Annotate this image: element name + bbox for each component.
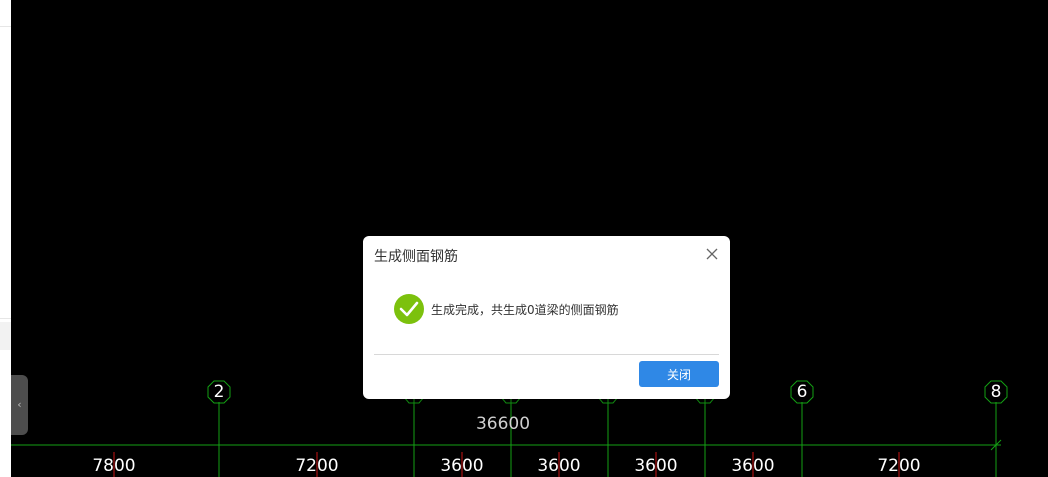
- close-icon[interactable]: [702, 244, 722, 264]
- segment-dimension: 3600: [537, 456, 581, 476]
- axis-label-8: 8: [990, 382, 1002, 402]
- dialog-title: 生成侧面钢筋: [374, 249, 458, 265]
- panel-divider: [0, 26, 11, 27]
- segment-dimension: 3600: [731, 456, 775, 476]
- segment-dimension: 7200: [295, 456, 339, 476]
- dialog-body: 生成完成，共生成0道梁的侧面钢筋: [394, 294, 619, 324]
- dialog-divider: [374, 354, 719, 355]
- close-button[interactable]: 关闭: [639, 361, 719, 387]
- segment-dimension: 7200: [877, 456, 921, 476]
- axis-label-6: 6: [796, 382, 808, 402]
- segment-dimension: 3600: [634, 456, 678, 476]
- segment-dimension: 7800: [92, 456, 136, 476]
- left-side-panel: [0, 0, 11, 477]
- panel-section: [0, 322, 11, 350]
- axis-label-2: 2: [213, 382, 225, 402]
- panel-divider: [0, 318, 11, 319]
- dialog-message: 生成完成，共生成0道梁的侧面钢筋: [431, 302, 619, 317]
- total-dimension: 36600: [475, 414, 531, 434]
- segment-dimension: 3600: [440, 456, 484, 476]
- checkmark-circle-icon: [394, 294, 424, 324]
- generate-side-rebar-dialog: 生成侧面钢筋 生成完成，共生成0道梁的侧面钢筋 关闭: [363, 236, 730, 399]
